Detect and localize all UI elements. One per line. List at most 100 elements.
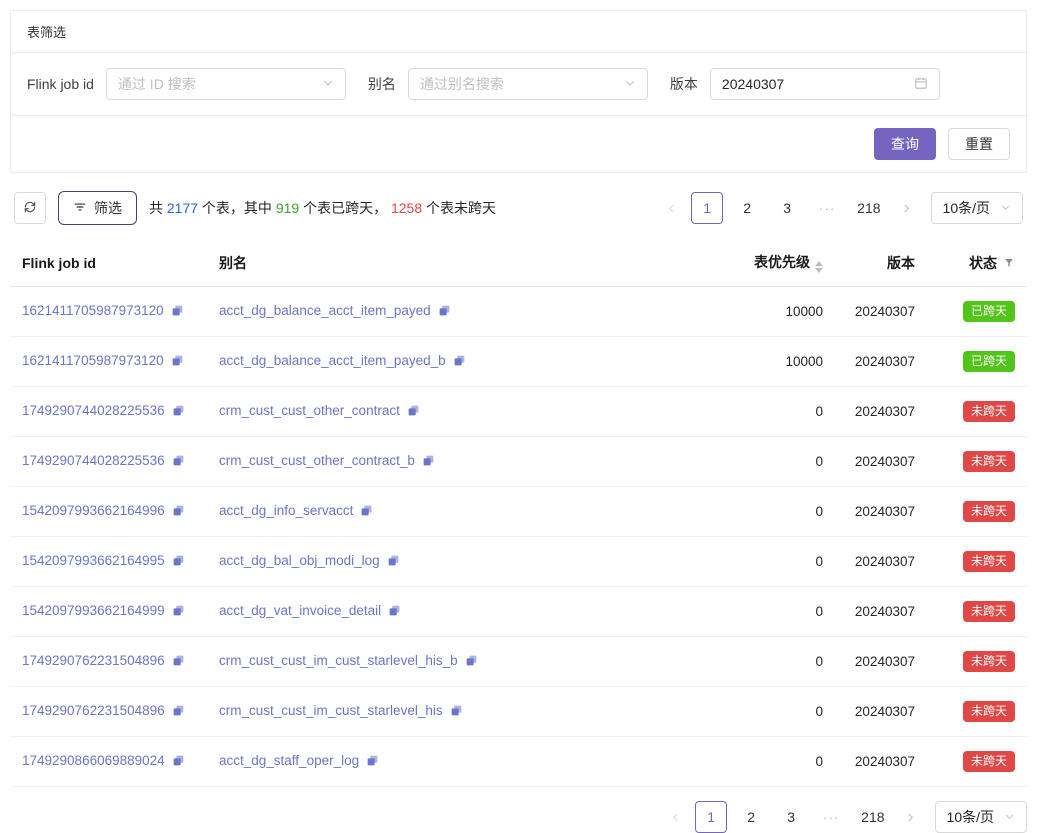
status-badge: 未跨天 <box>963 751 1015 772</box>
status-cell: 未跨天 <box>927 637 1027 687</box>
priority-cell: 0 <box>710 637 835 687</box>
copy-icon[interactable] <box>388 604 401 620</box>
alias-link[interactable]: crm_cust_cust_im_cust_starlevel_his <box>219 703 443 718</box>
job-id-cell: 1749290866069889024 <box>10 737 207 787</box>
copy-icon[interactable] <box>407 404 420 420</box>
next-page-button[interactable] <box>899 801 923 833</box>
copy-icon[interactable] <box>171 354 184 370</box>
job-id-link[interactable]: 1749290866069889024 <box>22 753 165 768</box>
copy-icon[interactable] <box>366 754 379 770</box>
copy-icon[interactable] <box>172 504 185 520</box>
version-date-input[interactable]: 20240307 <box>710 68 940 100</box>
prev-page-button[interactable] <box>663 801 687 833</box>
job-id-link[interactable]: 1542097993662164995 <box>22 553 165 568</box>
copy-icon[interactable] <box>172 554 185 570</box>
version-cell: 20240307 <box>835 587 927 637</box>
page-button-218[interactable]: 218 <box>855 801 890 833</box>
filter-row: Flink job id 通过 ID 搜索 别名 通过别名搜索 <box>11 53 1026 116</box>
field-flink-job-id: Flink job id 通过 ID 搜索 <box>27 68 346 100</box>
status-cell: 未跨天 <box>927 487 1027 537</box>
alias-link[interactable]: acct_dg_vat_invoice_detail <box>219 603 381 618</box>
job-id-link[interactable]: 1621411705987973120 <box>22 303 164 318</box>
page-button-1[interactable]: 1 <box>691 192 723 224</box>
job-id-link[interactable]: 1749290744028225536 <box>22 453 165 468</box>
alias-link[interactable]: crm_cust_cust_other_contract <box>219 403 400 418</box>
column-filter-funnel-icon[interactable] <box>1003 256 1015 272</box>
col-priority[interactable]: 表优先级 <box>710 239 835 287</box>
chevron-down-icon <box>1000 200 1011 216</box>
copy-icon[interactable] <box>360 504 373 520</box>
chevron-down-icon <box>1004 809 1015 825</box>
job-id-link[interactable]: 1542097993662164996 <box>22 503 165 518</box>
field-alias: 别名 通过别名搜索 <box>368 68 648 100</box>
copy-icon[interactable] <box>172 654 185 670</box>
refresh-icon <box>23 200 37 217</box>
version-cell: 20240307 <box>835 637 927 687</box>
page-button-3[interactable]: 3 <box>775 801 807 833</box>
page-button-2[interactable]: 2 <box>735 801 767 833</box>
status-cell: 已跨天 <box>927 337 1027 387</box>
copy-icon[interactable] <box>465 654 478 670</box>
summary-seg: 共 <box>149 200 167 216</box>
copy-icon[interactable] <box>172 704 185 720</box>
alias-link[interactable]: acct_dg_bal_obj_modi_log <box>219 553 380 568</box>
page-button-1[interactable]: 1 <box>695 801 727 833</box>
job-id-link[interactable]: 1749290762231504896 <box>22 703 165 718</box>
flink-job-id-select[interactable]: 通过 ID 搜索 <box>106 68 346 100</box>
page-button-3[interactable]: 3 <box>771 192 803 224</box>
copy-icon[interactable] <box>438 304 451 320</box>
pagination: 123···21810条/页 <box>659 192 1023 224</box>
copy-icon[interactable] <box>171 304 184 320</box>
prev-page-button[interactable] <box>659 192 683 224</box>
status-badge: 未跨天 <box>963 501 1015 522</box>
alias-cell: acct_dg_info_servacct <box>207 487 710 537</box>
copy-icon[interactable] <box>172 404 185 420</box>
col-alias: 别名 <box>207 239 710 287</box>
page-size-select[interactable]: 10条/页 <box>931 192 1023 224</box>
copy-icon[interactable] <box>422 454 435 470</box>
table-row: 1542097993662164999 acct_dg_vat_invoice_d… <box>10 587 1027 637</box>
refresh-button[interactable] <box>14 192 46 224</box>
filter-button[interactable]: 筛选 <box>58 191 137 225</box>
alias-cell: acct_dg_bal_obj_modi_log <box>207 537 710 587</box>
copy-icon[interactable] <box>387 554 400 570</box>
alias-link[interactable]: acct_dg_info_servacct <box>219 503 353 518</box>
alias-link[interactable]: crm_cust_cust_other_contract_b <box>219 453 415 468</box>
copy-icon[interactable] <box>172 754 185 770</box>
version-label: 版本 <box>670 74 698 94</box>
total-count: 2177 <box>167 200 198 216</box>
job-id-link[interactable]: 1749290744028225536 <box>22 403 165 418</box>
alias-link[interactable]: acct_dg_balance_acct_item_payed <box>219 303 431 318</box>
priority-cell: 10000 <box>710 337 835 387</box>
col-status-label: 状态 <box>969 255 997 271</box>
job-id-link[interactable]: 1542097993662164999 <box>22 603 165 618</box>
copy-icon[interactable] <box>453 354 466 370</box>
page-ellipsis: ··· <box>815 801 847 833</box>
status-cell: 未跨天 <box>927 737 1027 787</box>
page-button-2[interactable]: 2 <box>731 192 763 224</box>
page-size-value: 10条/页 <box>947 807 994 827</box>
page-size-select[interactable]: 10条/页 <box>935 801 1027 833</box>
status-badge: 已跨天 <box>963 301 1015 322</box>
reset-button[interactable]: 重置 <box>948 128 1010 160</box>
version-cell: 20240307 <box>835 487 927 537</box>
col-status: 状态 <box>927 239 1027 287</box>
copy-icon[interactable] <box>172 454 185 470</box>
page-button-218[interactable]: 218 <box>851 192 886 224</box>
alias-link[interactable]: acct_dg_balance_acct_item_payed_b <box>219 353 446 368</box>
uncrossed-count: 1258 <box>391 200 422 216</box>
priority-cell: 0 <box>710 437 835 487</box>
job-id-cell: 1621411705987973120 <box>10 337 207 387</box>
alias-link[interactable]: acct_dg_staff_oper_log <box>219 753 359 768</box>
alias-cell: crm_cust_cust_im_cust_starlevel_his <box>207 687 710 737</box>
sort-icon[interactable] <box>815 261 823 273</box>
alias-link[interactable]: crm_cust_cust_im_cust_starlevel_his_b <box>219 653 458 668</box>
status-cell: 已跨天 <box>927 287 1027 337</box>
job-id-link[interactable]: 1621411705987973120 <box>22 353 164 368</box>
copy-icon[interactable] <box>172 604 185 620</box>
next-page-button[interactable] <box>895 192 919 224</box>
job-id-link[interactable]: 1749290762231504896 <box>22 653 165 668</box>
copy-icon[interactable] <box>450 704 463 720</box>
alias-select[interactable]: 通过别名搜索 <box>408 68 648 100</box>
search-button[interactable]: 查询 <box>874 128 936 160</box>
